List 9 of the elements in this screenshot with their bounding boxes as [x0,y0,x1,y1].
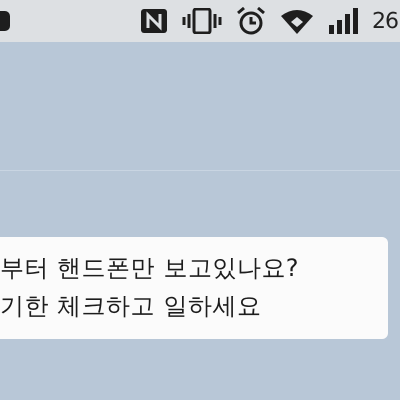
wifi-icon [280,8,314,34]
alarm-icon [236,7,266,35]
status-time: 26 [372,8,398,34]
message-text: 기한 체크하고 일하세요 [0,291,262,322]
notification-icon [0,11,10,31]
signal-icon [328,8,358,34]
nfc-icon [140,8,168,34]
vibrate-icon [182,8,222,34]
message-text: 부터 핸드폰만 보고있나요? [0,253,300,284]
